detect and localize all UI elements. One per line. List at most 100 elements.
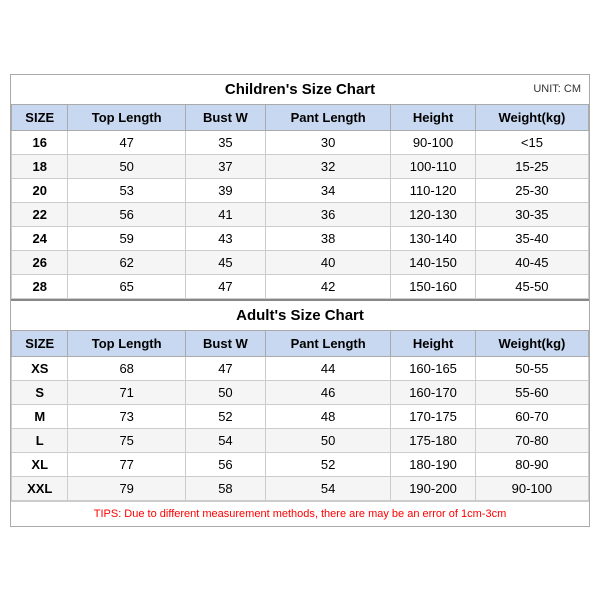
adult-col-top-length: Top Length [68, 330, 185, 356]
table-cell: 50 [68, 154, 185, 178]
table-cell: 70-80 [475, 428, 588, 452]
adult-table: SIZE Top Length Bust W Pant Length Heigh… [11, 330, 589, 501]
table-cell: 40 [266, 250, 391, 274]
table-cell: 15-25 [475, 154, 588, 178]
table-cell: 30 [266, 130, 391, 154]
table-cell: 36 [266, 202, 391, 226]
adult-col-size: SIZE [12, 330, 68, 356]
table-cell: 80-90 [475, 452, 588, 476]
table-cell: <15 [475, 130, 588, 154]
table-cell: 41 [185, 202, 265, 226]
children-title: Children's Size Chart UNIT: CM [11, 75, 589, 104]
table-row: L755450175-18070-80 [12, 428, 589, 452]
table-cell: 47 [185, 274, 265, 298]
table-cell: 53 [68, 178, 185, 202]
children-col-top-length: Top Length [68, 104, 185, 130]
table-cell: 56 [185, 452, 265, 476]
table-cell: 22 [12, 202, 68, 226]
table-row: M735248170-17560-70 [12, 404, 589, 428]
table-cell: 150-160 [391, 274, 476, 298]
table-cell: 25-30 [475, 178, 588, 202]
table-cell: 39 [185, 178, 265, 202]
children-col-weight: Weight(kg) [475, 104, 588, 130]
table-cell: 30-35 [475, 202, 588, 226]
adult-col-bust: Bust W [185, 330, 265, 356]
table-row: 24594338130-14035-40 [12, 226, 589, 250]
table-cell: 43 [185, 226, 265, 250]
children-col-size: SIZE [12, 104, 68, 130]
table-cell: 54 [266, 476, 391, 500]
table-row: 26624540140-15040-45 [12, 250, 589, 274]
table-cell: 42 [266, 274, 391, 298]
children-header-row: SIZE Top Length Bust W Pant Length Heigh… [12, 104, 589, 130]
children-col-height: Height [391, 104, 476, 130]
table-cell: 32 [266, 154, 391, 178]
table-cell: 44 [266, 356, 391, 380]
table-cell: 26 [12, 250, 68, 274]
table-cell: 75 [68, 428, 185, 452]
children-col-bust: Bust W [185, 104, 265, 130]
table-cell: 140-150 [391, 250, 476, 274]
table-row: 20533934110-12025-30 [12, 178, 589, 202]
table-row: XS684744160-16550-55 [12, 356, 589, 380]
table-cell: 37 [185, 154, 265, 178]
table-cell: 90-100 [475, 476, 588, 500]
adult-col-height: Height [391, 330, 476, 356]
table-row: S715046160-17055-60 [12, 380, 589, 404]
table-cell: S [12, 380, 68, 404]
table-row: 28654742150-16045-50 [12, 274, 589, 298]
table-cell: 190-200 [391, 476, 476, 500]
tips-text: TIPS: Due to different measurement metho… [11, 501, 589, 526]
table-cell: 38 [266, 226, 391, 250]
table-cell: 160-170 [391, 380, 476, 404]
table-cell: 100-110 [391, 154, 476, 178]
table-cell: 59 [68, 226, 185, 250]
children-col-pant: Pant Length [266, 104, 391, 130]
table-cell: 18 [12, 154, 68, 178]
table-cell: 16 [12, 130, 68, 154]
table-cell: 45-50 [475, 274, 588, 298]
table-cell: 65 [68, 274, 185, 298]
table-cell: 35 [185, 130, 265, 154]
children-table: SIZE Top Length Bust W Pant Length Heigh… [11, 104, 589, 299]
table-cell: 50 [185, 380, 265, 404]
table-cell: 71 [68, 380, 185, 404]
adult-header-row: SIZE Top Length Bust W Pant Length Heigh… [12, 330, 589, 356]
adult-title-text: Adult's Size Chart [236, 307, 364, 324]
table-cell: 180-190 [391, 452, 476, 476]
adult-title: Adult's Size Chart [11, 299, 589, 330]
table-row: 22564136120-13030-35 [12, 202, 589, 226]
table-row: XXL795854190-20090-100 [12, 476, 589, 500]
table-cell: 120-130 [391, 202, 476, 226]
table-cell: 50-55 [475, 356, 588, 380]
table-cell: XS [12, 356, 68, 380]
table-cell: 170-175 [391, 404, 476, 428]
table-cell: 90-100 [391, 130, 476, 154]
table-cell: 110-120 [391, 178, 476, 202]
table-cell: 46 [266, 380, 391, 404]
table-row: 1647353090-100<15 [12, 130, 589, 154]
table-cell: 160-165 [391, 356, 476, 380]
table-cell: 68 [68, 356, 185, 380]
table-cell: 175-180 [391, 428, 476, 452]
table-cell: 24 [12, 226, 68, 250]
table-cell: 52 [266, 452, 391, 476]
table-cell: 50 [266, 428, 391, 452]
table-row: XL775652180-19080-90 [12, 452, 589, 476]
table-cell: L [12, 428, 68, 452]
table-cell: 28 [12, 274, 68, 298]
table-cell: 73 [68, 404, 185, 428]
table-cell: 35-40 [475, 226, 588, 250]
table-cell: 45 [185, 250, 265, 274]
table-row: 18503732100-11015-25 [12, 154, 589, 178]
table-cell: 55-60 [475, 380, 588, 404]
table-cell: 58 [185, 476, 265, 500]
table-cell: 47 [68, 130, 185, 154]
table-cell: 52 [185, 404, 265, 428]
table-cell: 60-70 [475, 404, 588, 428]
table-cell: 79 [68, 476, 185, 500]
table-cell: 47 [185, 356, 265, 380]
table-cell: 77 [68, 452, 185, 476]
table-cell: XXL [12, 476, 68, 500]
children-title-text: Children's Size Chart [225, 81, 375, 98]
